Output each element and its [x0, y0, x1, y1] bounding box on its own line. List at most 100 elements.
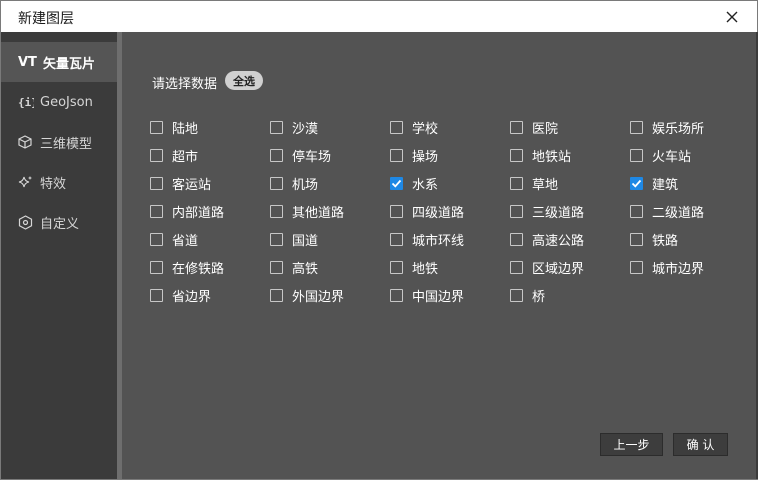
- data-option-checkbox[interactable]: 医院: [510, 117, 558, 137]
- data-option-checkbox[interactable]: 水系: [390, 173, 438, 193]
- checkbox-unchecked[interactable]: [390, 148, 403, 162]
- data-option-checkbox[interactable]: 城市环线: [390, 229, 464, 249]
- data-option-checkbox[interactable]: 省道: [150, 229, 198, 249]
- checkbox-unchecked[interactable]: [510, 288, 523, 302]
- data-option-checkbox[interactable]: 娱乐场所: [630, 117, 704, 137]
- checkbox-unchecked[interactable]: [270, 176, 283, 190]
- data-option-checkbox[interactable]: 二级道路: [630, 201, 704, 221]
- data-option-checkbox[interactable]: 沙漠: [270, 117, 318, 137]
- option-label: 高速公路: [532, 233, 585, 249]
- sidebar-item-label: 特效: [40, 176, 67, 192]
- title-bar[interactable]: 新建图层: [1, 1, 757, 32]
- dialog-title: 新建图层: [18, 11, 74, 27]
- sidebar-item-custom[interactable]: 自定义: [1, 202, 117, 242]
- checkbox-unchecked[interactable]: [390, 232, 403, 246]
- checkbox-unchecked[interactable]: [270, 232, 283, 246]
- checkbox-unchecked[interactable]: [270, 120, 283, 134]
- data-option-checkbox[interactable]: 三级道路: [510, 201, 584, 221]
- confirm-button[interactable]: 确 认: [673, 433, 728, 456]
- checkbox-unchecked[interactable]: [390, 204, 403, 218]
- sidebar-item-3d-model[interactable]: 三维模型: [1, 122, 117, 162]
- checkbox-unchecked[interactable]: [630, 204, 643, 218]
- checkbox-unchecked[interactable]: [630, 148, 643, 162]
- sidebar-item-vector-tiles[interactable]: VT 矢量瓦片: [1, 42, 117, 82]
- data-option-checkbox[interactable]: 学校: [390, 117, 438, 137]
- checkbox-unchecked[interactable]: [510, 176, 523, 190]
- data-option-checkbox[interactable]: 中国边界: [390, 285, 464, 305]
- data-option-checkbox[interactable]: 停车场: [270, 145, 331, 165]
- option-label: 学校: [412, 121, 439, 137]
- checkbox-unchecked[interactable]: [150, 204, 163, 218]
- checkbox-unchecked[interactable]: [390, 288, 403, 302]
- checkbox-unchecked[interactable]: [510, 232, 523, 246]
- checkbox-unchecked[interactable]: [630, 260, 643, 274]
- data-option-checkbox[interactable]: 四级道路: [390, 201, 464, 221]
- option-label: 四级道路: [412, 205, 465, 221]
- checkbox-unchecked[interactable]: [150, 176, 163, 190]
- sidebar: VT 矢量瓦片 {i} GeoJson 三维模型: [1, 32, 117, 479]
- checkmark-icon: [631, 179, 642, 188]
- option-label: 地铁: [412, 261, 439, 277]
- option-label: 沙漠: [292, 121, 319, 137]
- data-option-checkbox[interactable]: 高速公路: [510, 229, 584, 249]
- data-option-checkbox[interactable]: 国道: [270, 229, 318, 249]
- data-option-checkbox[interactable]: 在修铁路: [150, 257, 224, 277]
- checkbox-unchecked[interactable]: [270, 288, 283, 302]
- data-option-checkbox[interactable]: 桥: [510, 285, 545, 305]
- data-option-checkbox[interactable]: 机场: [270, 173, 318, 193]
- checkbox-checked[interactable]: [630, 176, 643, 190]
- option-label: 机场: [292, 177, 319, 193]
- checkbox-unchecked[interactable]: [510, 120, 523, 134]
- checkbox-unchecked[interactable]: [270, 260, 283, 274]
- checkbox-unchecked[interactable]: [270, 148, 283, 162]
- data-option-checkbox[interactable]: 客运站: [150, 173, 211, 193]
- checkbox-unchecked[interactable]: [390, 260, 403, 274]
- checkbox-unchecked[interactable]: [150, 232, 163, 246]
- data-option-checkbox[interactable]: 高铁: [270, 257, 318, 277]
- sidebar-item-label: 自定义: [40, 216, 80, 232]
- option-label: 其他道路: [292, 205, 345, 221]
- previous-step-button[interactable]: 上一步: [600, 433, 663, 456]
- checkbox-unchecked[interactable]: [630, 232, 643, 246]
- data-option-checkbox[interactable]: 地铁: [390, 257, 438, 277]
- option-label: 铁路: [652, 233, 679, 249]
- sidebar-item-effects[interactable]: 特效: [1, 162, 117, 202]
- data-option-checkbox[interactable]: 建筑: [630, 173, 678, 193]
- data-option-checkbox[interactable]: 铁路: [630, 229, 678, 249]
- data-option-checkbox[interactable]: 内部道路: [150, 201, 224, 221]
- data-option-checkbox[interactable]: 超市: [150, 145, 198, 165]
- checkbox-unchecked[interactable]: [510, 260, 523, 274]
- checkbox-unchecked[interactable]: [510, 204, 523, 218]
- sidebar-item-label: 三维模型: [40, 136, 93, 152]
- checkbox-unchecked[interactable]: [150, 260, 163, 274]
- option-label: 二级道路: [652, 205, 705, 221]
- select-all-button[interactable]: 全选: [225, 71, 263, 90]
- checkbox-checked[interactable]: [390, 176, 403, 190]
- checkbox-unchecked[interactable]: [390, 120, 403, 134]
- option-label: 草地: [532, 177, 559, 193]
- data-option-checkbox[interactable]: 草地: [510, 173, 558, 193]
- sparkle-icon: [18, 175, 36, 190]
- data-option-checkbox[interactable]: 外国边界: [270, 285, 344, 305]
- checkbox-unchecked[interactable]: [630, 120, 643, 134]
- data-option-checkbox[interactable]: 区域边界: [510, 257, 584, 277]
- data-option-checkbox[interactable]: 地铁站: [510, 145, 571, 165]
- data-option-checkbox[interactable]: 其他道路: [270, 201, 344, 221]
- checkbox-unchecked[interactable]: [270, 204, 283, 218]
- sidebar-item-geojson[interactable]: {i} GeoJson: [1, 82, 117, 122]
- checkbox-unchecked[interactable]: [510, 148, 523, 162]
- data-option-checkbox[interactable]: 操场: [390, 145, 438, 165]
- close-button[interactable]: [715, 4, 749, 30]
- data-option-checkbox[interactable]: 省边界: [150, 285, 211, 305]
- checkbox-unchecked[interactable]: [150, 148, 163, 162]
- data-option-checkbox[interactable]: 陆地: [150, 117, 198, 137]
- option-label: 建筑: [652, 177, 679, 193]
- checkbox-unchecked[interactable]: [150, 288, 163, 302]
- option-label: 客运站: [172, 177, 212, 193]
- checkbox-unchecked[interactable]: [150, 120, 163, 134]
- data-option-checkbox[interactable]: 城市边界: [630, 257, 704, 277]
- option-label: 中国边界: [412, 289, 465, 305]
- sidebar-item-label: GeoJson: [40, 94, 93, 110]
- data-option-checkbox[interactable]: 火车站: [630, 145, 691, 165]
- option-label: 桥: [532, 289, 546, 305]
